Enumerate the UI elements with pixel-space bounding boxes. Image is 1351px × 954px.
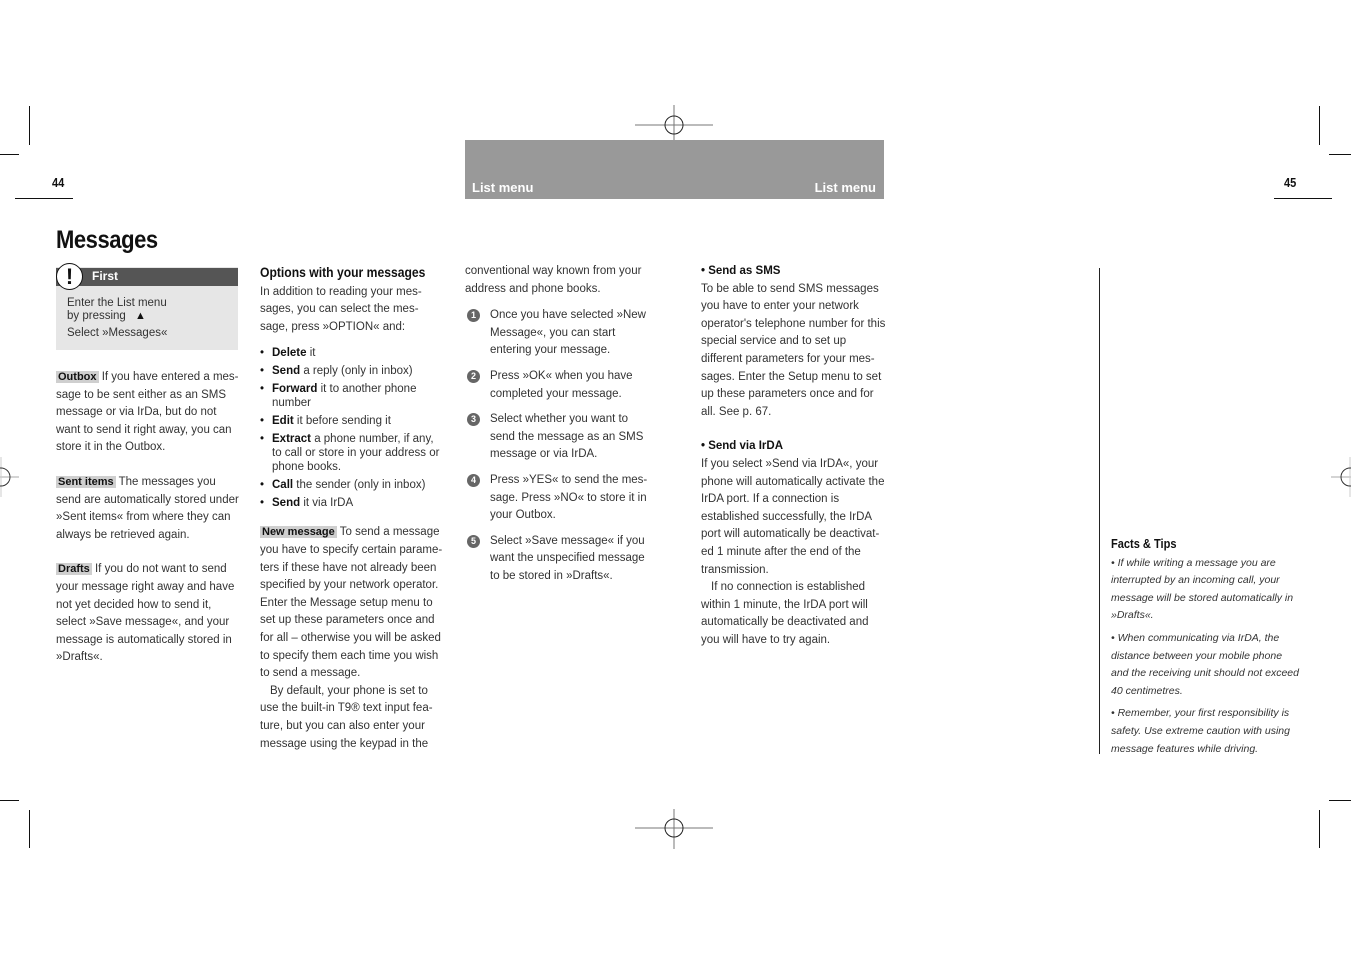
step-item: 1 Once you have selected »New Message«, y… — [465, 307, 651, 360]
step-item: 4 Press »YES« to send the mes-sage. Press… — [465, 472, 651, 525]
first-box-line: by pressing ▲ — [67, 310, 146, 322]
option-item: Call the sender (only in inbox) — [260, 478, 444, 492]
up-arrow-key-icon: ▲ — [135, 310, 146, 322]
facts-tips-panel: Facts & Tips • If while writing a messag… — [1111, 535, 1301, 763]
send-irda-text: If you select »Send via IrDA«, your phon… — [701, 457, 885, 576]
crop-mark — [29, 810, 30, 848]
drafts-text: If you do not want to send your message … — [56, 563, 235, 664]
tip-item: • If while writing a message you are int… — [1111, 556, 1294, 622]
send-sms-text: To be able to send SMS messages you have… — [701, 282, 886, 418]
sent-items-tag: Sent items — [56, 475, 116, 488]
sent-items-paragraph: Sent items The messages you send are aut… — [56, 474, 241, 544]
send-column: • Send as SMS To be able to send SMS mes… — [701, 263, 887, 649]
options-list: Delete it Send a reply (only in inbox) F… — [260, 346, 444, 510]
outbox-paragraph: Outbox If you have entered a mes-sage to… — [56, 369, 241, 457]
registration-mark-icon — [635, 105, 713, 145]
option-item: Delete it — [260, 346, 444, 360]
page-number-rule — [15, 198, 73, 199]
options-intro: In addition to reading your mes-sages, y… — [260, 285, 422, 333]
registration-mark-icon — [0, 457, 19, 497]
default-input-paragraph: By default, your phone is set to use the… — [260, 684, 433, 750]
crop-mark — [0, 800, 19, 801]
send-sms-heading: • Send as SMS — [701, 265, 781, 277]
step-number-icon: 3 — [467, 413, 480, 427]
send-irda-text2: If no connection is established within 1… — [701, 581, 869, 646]
first-info-box: First ! Enter the List menu by pressing … — [56, 263, 238, 350]
first-box-line-text: by pressing — [67, 310, 126, 322]
drafts-tag: Drafts — [56, 563, 92, 576]
step-number-icon: 5 — [467, 534, 480, 548]
step-text: Select whether you want to send the mess… — [490, 413, 644, 461]
crop-mark — [0, 154, 19, 155]
send-irda-heading: • Send via IrDA — [701, 440, 783, 453]
tip-item: • When communicating via IrDA, the dista… — [1111, 631, 1299, 697]
first-box-line: Select »Messages« — [67, 327, 168, 339]
crop-mark — [1329, 800, 1351, 801]
drafts-paragraph: Drafts If you do not want to send your m… — [56, 561, 241, 667]
step-text: Press »YES« to send the mes-sage. Press … — [490, 473, 648, 522]
options-heading: Options with your messages — [260, 265, 426, 280]
registration-mark-icon — [1331, 457, 1351, 497]
first-box-line: Enter the List menu — [67, 297, 167, 309]
step-number-icon: 2 — [467, 369, 480, 383]
step-text: Press »OK« when you have completed your … — [490, 369, 633, 400]
section-header: List menu List menu — [465, 140, 884, 199]
option-item: Forward it to another phone number — [260, 382, 444, 410]
new-message-tag: New message — [260, 526, 337, 539]
step-item: 2 Press »OK« when you have completed your… — [465, 368, 651, 403]
step-item: 5 Select »Save message« if you want the u… — [465, 533, 651, 586]
page-number-rule — [1274, 198, 1332, 199]
tip-item: • Remember, your first responsibility is… — [1111, 707, 1290, 755]
section-title-left: List menu — [472, 180, 534, 195]
continuation-text: conventional way known from your address… — [465, 265, 642, 295]
first-box-header: First — [56, 268, 238, 286]
option-item: Send it via IrDA — [260, 496, 444, 510]
option-item: Extract a phone number, if any, to call … — [260, 432, 444, 474]
section-title-right: List menu — [814, 180, 876, 195]
facts-tips-heading: Facts & Tips — [1111, 536, 1177, 551]
page-number-right: 45 — [1284, 175, 1297, 190]
option-item: Edit it before sending it — [260, 414, 444, 428]
first-box-heading: First — [92, 269, 119, 283]
new-message-text: To send a message you have to specify ce… — [260, 526, 443, 680]
step-text: Once you have selected »New Message«, yo… — [490, 309, 646, 357]
new-message-paragraph: New message To send a message you have t… — [260, 524, 444, 682]
step-item: 3 Select whether you want to send the mes… — [465, 411, 651, 464]
left-column: Outbox If you have entered a mes-sage to… — [56, 369, 241, 667]
exclamation-icon: ! — [56, 263, 83, 290]
steps-column: conventional way known from your address… — [465, 263, 651, 594]
step-text: Select »Save message« if you want the un… — [490, 534, 645, 582]
registration-mark-icon — [635, 809, 713, 849]
page-number-left: 44 — [52, 175, 65, 190]
options-column: Options with your messages In addition t… — [260, 264, 444, 753]
outbox-tag: Outbox — [56, 371, 99, 383]
crop-mark — [1319, 106, 1320, 145]
page-title: Messages — [56, 226, 158, 254]
crop-mark — [1319, 810, 1320, 848]
outbox-text: If you have entered a mes-sage to be sen… — [56, 371, 239, 454]
step-number-icon: 1 — [467, 309, 480, 323]
step-number-icon: 4 — [467, 473, 480, 487]
option-item: Send a reply (only in inbox) — [260, 364, 444, 378]
crop-mark — [29, 106, 30, 145]
sidebar-rule — [1099, 268, 1100, 754]
crop-mark — [1329, 154, 1351, 155]
